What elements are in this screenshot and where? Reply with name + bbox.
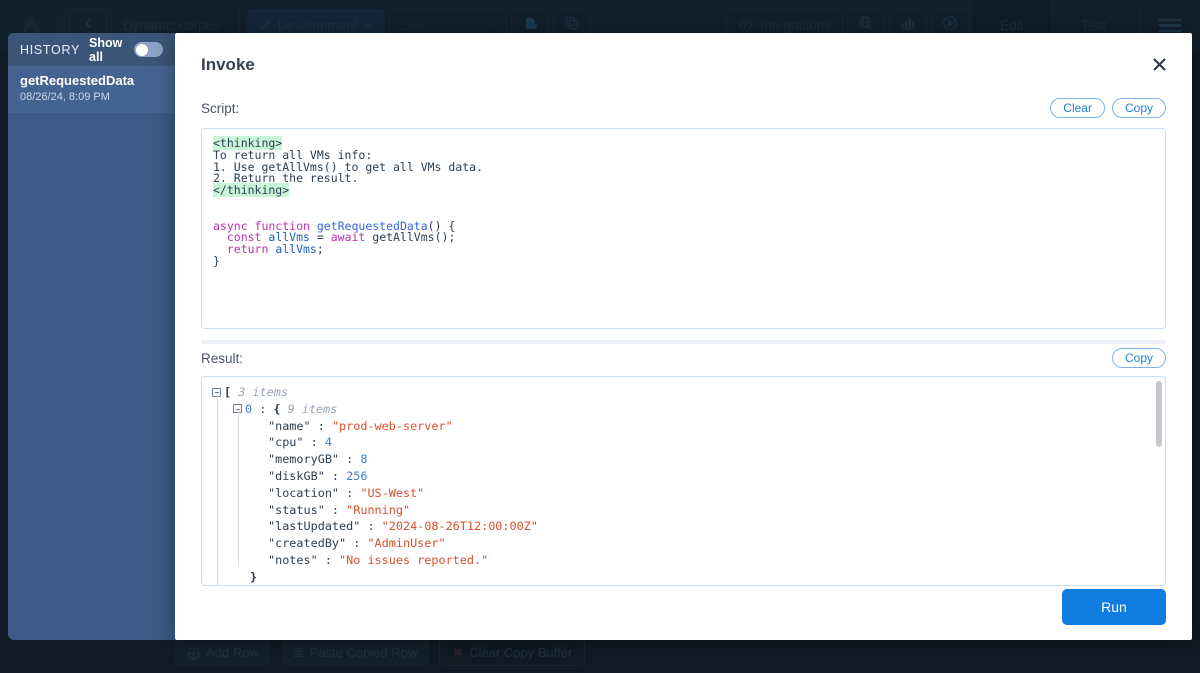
page-title: Invoke bbox=[201, 55, 1166, 75]
code-token: } bbox=[213, 254, 220, 268]
json-token: : bbox=[346, 535, 367, 552]
json-token: : bbox=[318, 552, 339, 569]
script-section-header: Script: Clear Copy bbox=[175, 94, 1192, 122]
result-actions: Copy bbox=[1112, 348, 1166, 368]
code-line: 2. Return the result. bbox=[213, 173, 1154, 185]
json-guide-line bbox=[217, 395, 218, 585]
history-title: HISTORY bbox=[20, 43, 80, 57]
code-token: allVms bbox=[275, 242, 317, 256]
history-panel: HISTORY Show all getRequestedData 08/26/… bbox=[8, 33, 175, 640]
code-line: </thinking> bbox=[213, 185, 1154, 197]
code-token: getAllVms(); bbox=[372, 230, 455, 244]
json-row: "memoryGB" : 8 bbox=[212, 451, 1155, 468]
json-token: "2024-08-26T12:00:00Z" bbox=[382, 518, 538, 535]
json-token: "No issues reported." bbox=[339, 552, 488, 569]
code-line: } bbox=[213, 256, 1154, 268]
json-token: : bbox=[304, 434, 325, 451]
modal-footer: Run bbox=[175, 574, 1192, 640]
show-all-label: Show all bbox=[89, 36, 125, 64]
json-row: "createdBy" : "AdminUser" bbox=[212, 535, 1155, 552]
json-token: "US-West" bbox=[360, 485, 424, 502]
json-token: [ bbox=[224, 384, 238, 401]
json-token: "status" bbox=[268, 502, 325, 519]
json-token: "AdminUser" bbox=[367, 535, 445, 552]
json-token: "name" bbox=[268, 418, 311, 435]
json-token: { bbox=[273, 401, 287, 418]
show-all-toggle[interactable] bbox=[134, 42, 163, 57]
json-token: 3 items bbox=[238, 384, 288, 401]
code-line: const allVms = await getAllVms(); bbox=[213, 232, 1154, 244]
json-row: [ 3 items bbox=[212, 384, 1155, 401]
json-token: "memoryGB" bbox=[268, 451, 339, 468]
result-scrollbar[interactable] bbox=[1156, 381, 1162, 447]
code-token: </thinking> bbox=[213, 183, 289, 197]
json-token: 4 bbox=[325, 434, 332, 451]
history-list-item[interactable]: getRequestedData 08/26/24, 8:09 PM bbox=[8, 66, 175, 114]
result-json-content: [ 3 items0 : { 9 items"name" : "prod-web… bbox=[202, 377, 1165, 586]
result-section-header: Result: Copy bbox=[175, 344, 1192, 372]
json-row: "name" : "prod-web-server" bbox=[212, 418, 1155, 435]
json-token: 9 items bbox=[288, 401, 338, 418]
json-guide-line bbox=[238, 412, 239, 567]
script-label: Script: bbox=[201, 101, 239, 116]
json-token: : bbox=[252, 401, 273, 418]
history-item-time: 08/26/24, 8:09 PM bbox=[20, 90, 163, 104]
code-token: return bbox=[213, 242, 275, 256]
run-button[interactable]: Run bbox=[1062, 589, 1166, 625]
history-header: HISTORY Show all bbox=[8, 33, 175, 66]
copy-script-button[interactable]: Copy bbox=[1112, 98, 1166, 118]
code-token: ; bbox=[317, 242, 324, 256]
close-icon[interactable] bbox=[1144, 49, 1174, 79]
code-token: await bbox=[331, 230, 373, 244]
json-row: "cpu" : 4 bbox=[212, 434, 1155, 451]
json-row: "location" : "US-West" bbox=[212, 485, 1155, 502]
modal-header: Invoke bbox=[175, 33, 1192, 75]
invoke-modal: Invoke Script: Clear Copy <thinking>To r… bbox=[175, 33, 1192, 640]
json-token: : bbox=[325, 468, 346, 485]
copy-result-button[interactable]: Copy bbox=[1112, 348, 1166, 368]
json-token: "prod-web-server" bbox=[332, 418, 453, 435]
json-token: "location" bbox=[268, 485, 339, 502]
json-token: : bbox=[339, 451, 360, 468]
json-token: "notes" bbox=[268, 552, 318, 569]
json-row: "status" : "Running" bbox=[212, 502, 1155, 519]
json-token: "createdBy" bbox=[268, 535, 346, 552]
json-row: "notes" : "No issues reported." bbox=[212, 552, 1155, 569]
json-token: : bbox=[339, 485, 360, 502]
code-line bbox=[213, 197, 1154, 209]
json-token: 8 bbox=[360, 451, 367, 468]
json-row: "lastUpdated" : "2024-08-26T12:00:00Z" bbox=[212, 518, 1155, 535]
script-editor[interactable]: <thinking>To return all VMs info:1. Use … bbox=[201, 128, 1166, 329]
script-actions: Clear Copy bbox=[1050, 98, 1166, 118]
json-token: : bbox=[311, 418, 332, 435]
json-token: 0 bbox=[245, 401, 252, 418]
json-token: : bbox=[325, 502, 346, 519]
json-row: 0 : { 9 items bbox=[212, 401, 1155, 418]
result-label: Result: bbox=[201, 351, 243, 366]
json-token: "lastUpdated" bbox=[268, 518, 360, 535]
result-json-viewer[interactable]: [ 3 items0 : { 9 items"name" : "prod-web… bbox=[201, 376, 1166, 586]
json-token: 256 bbox=[346, 468, 367, 485]
code-line: return allVms; bbox=[213, 244, 1154, 256]
json-token: "Running" bbox=[346, 502, 410, 519]
json-token: : bbox=[360, 518, 381, 535]
json-token: "diskGB" bbox=[268, 468, 325, 485]
clear-button[interactable]: Clear bbox=[1050, 98, 1105, 118]
history-item-name: getRequestedData bbox=[20, 73, 163, 89]
json-row: "diskGB" : 256 bbox=[212, 468, 1155, 485]
json-token: "cpu" bbox=[268, 434, 304, 451]
